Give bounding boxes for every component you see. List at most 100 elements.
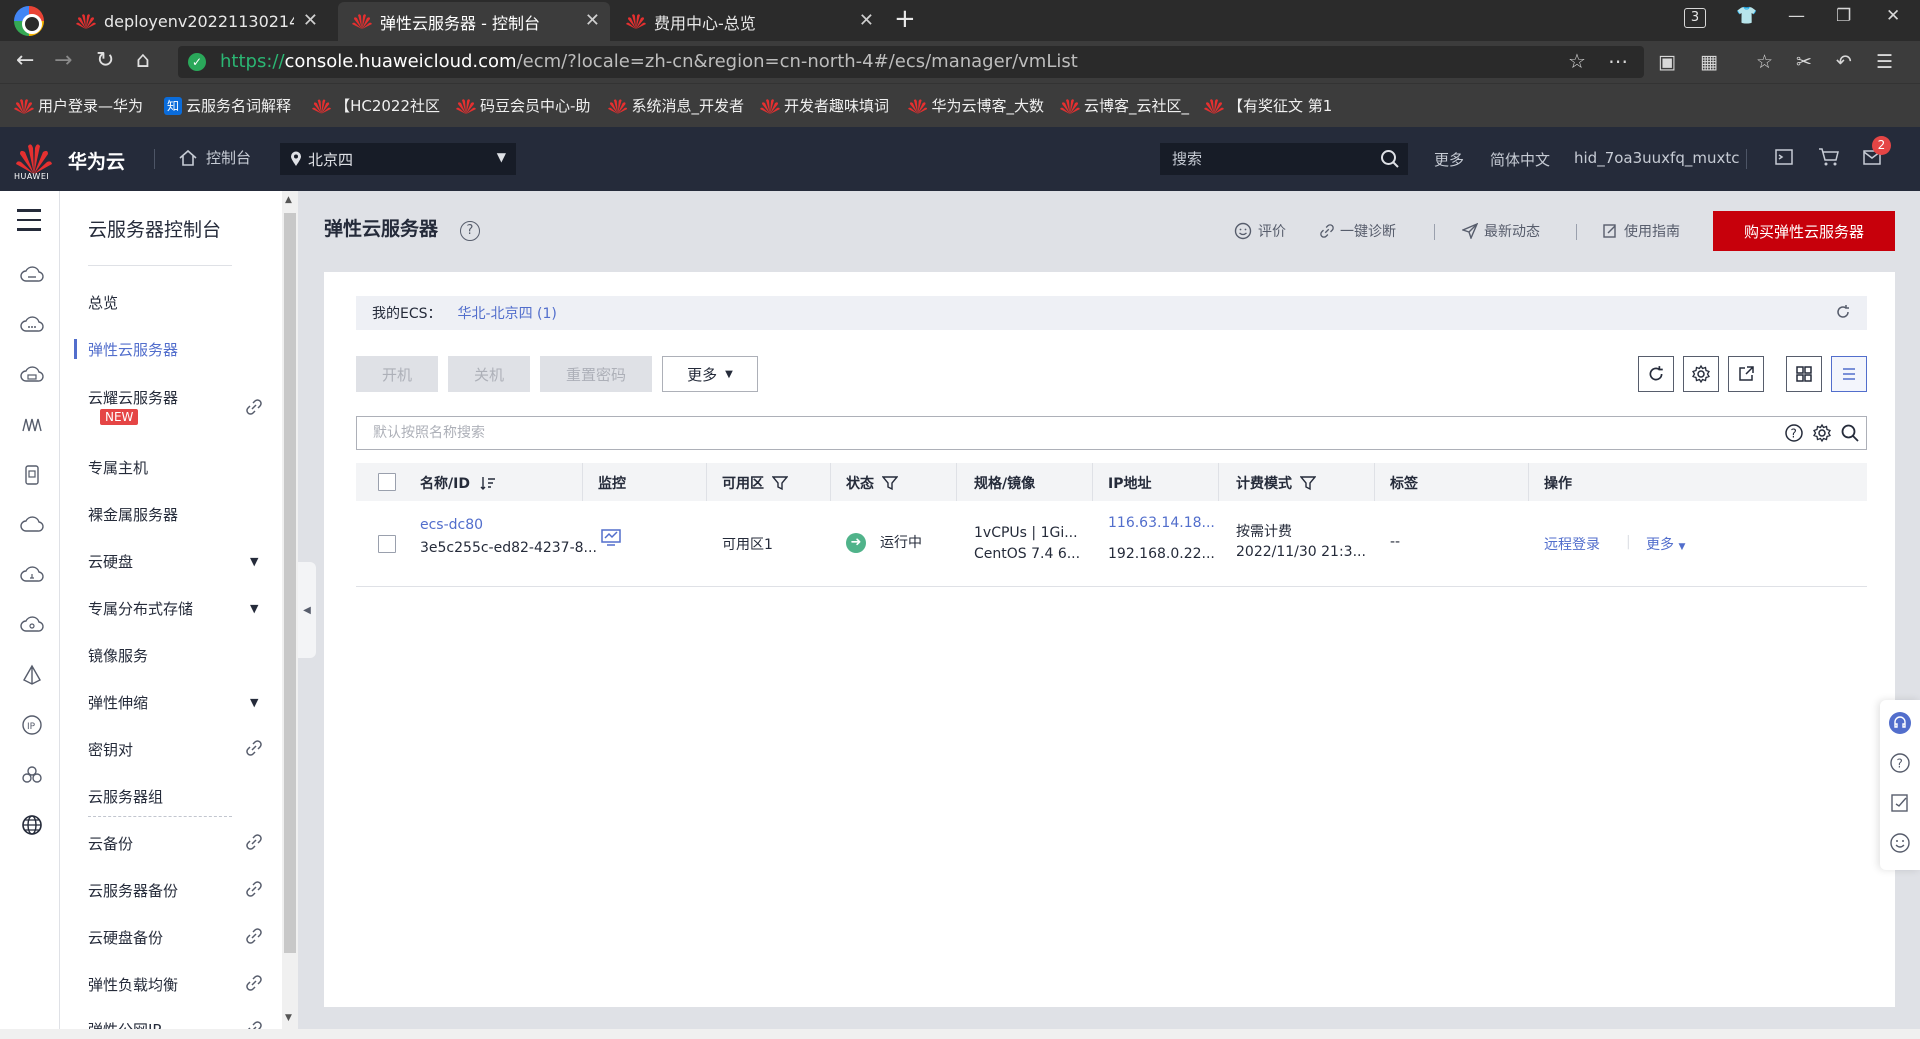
more-actions-dropdown[interactable]: 更多 ▼ (662, 356, 758, 392)
close-icon[interactable]: ✕ (303, 10, 318, 31)
column-status[interactable]: 状态 (846, 473, 898, 493)
search-icon[interactable] (1380, 149, 1400, 169)
sort-icon[interactable] (480, 476, 496, 490)
external-link-icon[interactable] (246, 881, 262, 897)
sidebar-item-server-group[interactable]: 云服务器组 (88, 786, 163, 807)
bookmark-item[interactable]: 【HC2022社区 (312, 95, 440, 116)
tab-ecs-console[interactable]: 弹性云服务器 - 控制台 ✕ (338, 2, 610, 41)
reload-icon[interactable]: ↻ (96, 48, 114, 73)
hamburger-menu-icon[interactable] (17, 209, 41, 238)
page-horizontal-scrollbar[interactable] (0, 1029, 1920, 1039)
external-link-icon[interactable] (246, 740, 262, 756)
reset-password-button[interactable]: 重置密码 (540, 356, 652, 392)
bookmark-item[interactable]: 知云服务名词解释 (164, 95, 294, 116)
column-name-id[interactable]: 名称/ID (420, 473, 496, 493)
filter-icon[interactable] (882, 475, 898, 491)
external-link-icon[interactable] (246, 834, 262, 850)
undo-icon[interactable]: ↶ (1836, 51, 1852, 73)
close-icon[interactable]: ✕ (859, 10, 874, 31)
cloud-server-icon[interactable] (20, 263, 44, 287)
region-filter-link[interactable]: 华北-北京四 (1) (458, 303, 557, 323)
cloud-storage-icon[interactable] (20, 363, 44, 387)
forward-icon[interactable]: → (54, 48, 72, 73)
grid-view-button[interactable] (1786, 356, 1822, 392)
bookmark-item[interactable]: 华为云博客_大数 (908, 95, 1044, 116)
customer-service-icon[interactable] (1889, 712, 1911, 734)
brand-name[interactable]: 华为云 (68, 147, 125, 174)
filter-icon[interactable] (1300, 475, 1316, 491)
waves-icon[interactable] (20, 413, 44, 437)
public-ip[interactable]: 116.63.14.18... (1108, 515, 1215, 531)
buy-ecs-button[interactable]: 购买弹性云服务器 (1713, 211, 1895, 251)
sidebar-item-dedicated-host[interactable]: 专属主机 (88, 457, 148, 478)
home-icon[interactable]: ⌂ (136, 48, 150, 73)
refresh-icon[interactable] (1835, 304, 1851, 320)
pyramid-icon[interactable] (20, 663, 44, 687)
sidebar-item-disk-backup[interactable]: 云硬盘备份 (88, 927, 163, 948)
export-button[interactable] (1728, 356, 1764, 392)
restore-icon[interactable]: ❐ (1836, 6, 1851, 26)
smile-icon[interactable] (1889, 832, 1911, 854)
language-switch[interactable]: 简体中文 (1490, 149, 1550, 170)
global-search[interactable] (1160, 143, 1408, 175)
bookmark-item[interactable]: 【有奖征文 第1 (1204, 95, 1338, 116)
column-billing[interactable]: 计费模式 (1236, 473, 1316, 493)
sidebar-item-overview[interactable]: 总览 (88, 292, 118, 313)
caret-down-icon[interactable]: ▼ (250, 555, 258, 568)
bookmark-item[interactable]: 码豆会员中心-助 (456, 95, 592, 116)
global-search-input[interactable] (1160, 143, 1408, 175)
sidebar-item-dss[interactable]: 专属分布式存储 (88, 598, 193, 619)
sidebar-item-elb[interactable]: 弹性负载均衡 (88, 974, 178, 995)
terminal-icon[interactable] (1774, 147, 1794, 167)
help-icon[interactable]: ? (460, 221, 480, 241)
bookmark-item[interactable]: 用户登录—华为 (14, 95, 146, 116)
caret-down-icon[interactable]: ▼ (250, 602, 258, 615)
sidebar-scrollbar[interactable]: ▲ ▼ (282, 191, 298, 1029)
sidebar-item-keypair[interactable]: 密钥对 (88, 739, 133, 760)
bookmark-item[interactable]: 开发者趣味填词 (760, 95, 894, 116)
tab-deployenv[interactable]: deployenv20221130214176 ✕ (62, 2, 328, 41)
sidebar-item-bms[interactable]: 裸金属服务器 (88, 504, 178, 525)
cluster-icon[interactable] (20, 763, 44, 787)
help-icon[interactable]: ? (1784, 423, 1804, 443)
menu-icon[interactable]: ☰ (1876, 51, 1893, 73)
news-link[interactable]: 最新动态 (1462, 221, 1540, 241)
cloud-network-icon[interactable] (20, 563, 44, 587)
remote-login-link[interactable]: 远程登录 (1544, 534, 1600, 554)
settings-button[interactable] (1683, 356, 1719, 392)
monitor-chart-icon[interactable] (600, 528, 622, 548)
cart-icon[interactable] (1818, 147, 1840, 167)
refresh-button[interactable] (1638, 356, 1674, 392)
ip-icon[interactable]: IP (20, 713, 44, 737)
start-button[interactable]: 开机 (356, 356, 438, 392)
gear-icon[interactable] (1812, 423, 1832, 443)
row-more-dropdown[interactable]: 更多 ▼ (1646, 534, 1685, 554)
guide-link[interactable]: 使用指南 (1602, 221, 1680, 241)
back-icon[interactable]: ← (16, 48, 34, 73)
address-bar[interactable]: ✓ https://console.huaweicloud.com/ecm/?l… (178, 46, 1644, 78)
bookmark-item[interactable]: 云博客_云社区_ (1060, 95, 1190, 116)
diagnose-link[interactable]: 一键诊断 (1320, 221, 1396, 241)
scroll-down-icon[interactable]: ▼ (285, 1013, 292, 1023)
list-view-button[interactable] (1831, 356, 1867, 392)
select-all-checkbox[interactable] (378, 473, 396, 491)
username[interactable]: hid_7oa3uuxfq_muxtc (1574, 149, 1739, 167)
device-icon[interactable] (20, 463, 44, 487)
external-link-icon[interactable] (246, 399, 262, 415)
browser-logo-icon[interactable] (14, 6, 44, 36)
region-selector[interactable]: 北京四 ▼ (280, 143, 516, 175)
cloud-dots-icon[interactable] (20, 313, 44, 337)
sidebar-item-evs[interactable]: 云硬盘 (88, 551, 133, 572)
more-link[interactable]: 更多 (1434, 149, 1464, 170)
cloud-icon[interactable] (20, 513, 44, 537)
new-tab-button[interactable]: + (894, 4, 916, 34)
feedback-icon[interactable] (1889, 792, 1911, 814)
tab-count-badge[interactable]: 3 (1684, 8, 1706, 28)
sidebar-item-flexus[interactable]: 云耀云服务器 (88, 387, 178, 408)
scissors-icon[interactable]: ✂ (1796, 51, 1812, 73)
close-window-icon[interactable]: ✕ (1886, 6, 1900, 26)
instance-search-input[interactable] (357, 417, 1565, 449)
close-icon[interactable]: ✕ (585, 10, 600, 31)
sidebar-item-ims[interactable]: 镜像服务 (88, 645, 148, 666)
bookmark-item[interactable]: 系统消息_开发者 (608, 95, 744, 116)
